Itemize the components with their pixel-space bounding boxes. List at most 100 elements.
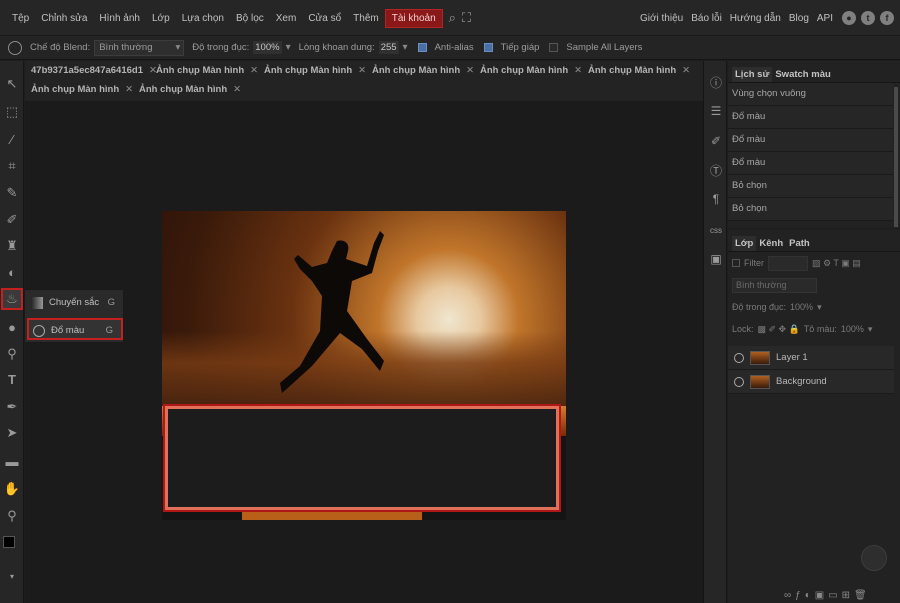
menu-select[interactable]: Lựa chọn <box>176 10 230 27</box>
tolerance-input[interactable]: 255 <box>378 41 399 54</box>
tab-document[interactable]: Ảnh chụp Màn hình ✕ <box>27 81 133 99</box>
blend-mode-select[interactable]: Bình thường <box>94 39 185 56</box>
close-icon[interactable]: ✕ <box>358 65 366 76</box>
layer-row[interactable]: Background <box>728 370 894 394</box>
crop-tool-icon[interactable]: ⌗ <box>3 157 21 175</box>
link-about[interactable]: Giới thiệu <box>636 10 687 27</box>
facebook-icon[interactable]: f <box>880 11 894 25</box>
hand-tool-icon[interactable]: ✋ <box>3 480 21 498</box>
eraser-tool-icon[interactable]: ◐ <box>3 264 21 282</box>
fullscreen-icon[interactable]: ⛶ <box>462 10 471 26</box>
opacity-dropdown-icon[interactable]: ▾ <box>286 42 291 53</box>
tab-document[interactable]: Ảnh chụp Màn hình ✕ <box>476 62 582 80</box>
properties-icon[interactable]: ☰ <box>708 103 724 119</box>
link-api[interactable]: API <box>813 10 837 27</box>
blur-tool-icon[interactable]: ● <box>3 319 21 337</box>
antialias-checkbox[interactable] <box>417 43 427 52</box>
adjustment-icon[interactable]: ◐ <box>805 590 811 601</box>
layer-row[interactable]: Layer 1 <box>728 346 894 370</box>
close-icon[interactable]: ✕ <box>466 65 474 76</box>
gradient-tool-option[interactable]: Chuyển sắc G <box>27 292 123 314</box>
zoom-tool-icon[interactable]: ⚲ <box>3 507 21 525</box>
marquee-tool-icon[interactable]: ⬚ <box>3 103 21 121</box>
history-row[interactable]: Đổ màu <box>728 129 893 152</box>
history-row[interactable]: Bỏ chọn <box>728 198 893 221</box>
twitter-icon[interactable]: t <box>861 11 875 25</box>
tab-document[interactable]: Ảnh chụp Màn hình ✕ <box>135 81 241 99</box>
contiguous-checkbox[interactable] <box>483 43 493 52</box>
menu-edit[interactable]: Chỉnh sửa <box>35 10 93 27</box>
link-report-bug[interactable]: Báo lỗi <box>687 10 726 27</box>
character-icon[interactable]: Ⓣ <box>708 163 724 179</box>
pen-tool-icon[interactable]: ✒ <box>3 398 21 416</box>
scroll-top-button[interactable] <box>861 545 887 571</box>
effects-icon[interactable]: ƒ <box>795 590 801 601</box>
close-icon[interactable]: ✕ <box>233 84 241 95</box>
css-icon[interactable]: css <box>708 223 724 239</box>
tab-document[interactable]: Ảnh chụp Màn hình ✕ <box>368 62 474 80</box>
layer-blend-select[interactable]: Bình thường <box>732 277 817 293</box>
menu-file[interactable]: Tệp <box>6 10 35 27</box>
tab-paths[interactable]: Path <box>786 236 813 251</box>
healing-tool-icon[interactable]: ✎ <box>3 184 21 202</box>
tab-document[interactable]: Ảnh chụp Màn hình ✕ <box>260 62 366 80</box>
tab-layers[interactable]: Lớp <box>732 236 757 251</box>
link-icon[interactable]: ∞ <box>784 590 791 601</box>
fill-value[interactable]: 100% <box>841 324 864 334</box>
search-icon[interactable]: ⌕ <box>449 10 456 26</box>
tab-document[interactable]: Ảnh chụp Màn hình ✕ <box>584 62 690 80</box>
menu-view[interactable]: Xem <box>270 10 303 27</box>
visibility-eye-icon[interactable] <box>734 376 744 387</box>
history-row[interactable]: Vùng chọn vuông <box>728 83 893 106</box>
menu-window[interactable]: Cửa sổ <box>302 10 347 27</box>
history-row[interactable]: Đổ màu <box>728 106 893 129</box>
text-tool-icon[interactable]: T <box>3 371 21 389</box>
opacity-dropdown-icon[interactable]: ▾ <box>817 302 822 313</box>
tab-history[interactable]: Lịch sử <box>732 67 773 82</box>
tab-channels[interactable]: Kênh <box>756 236 786 251</box>
fill-dropdown-icon[interactable]: ▾ <box>868 324 873 335</box>
image-icon[interactable]: ▣ <box>708 251 724 267</box>
visibility-eye-icon[interactable] <box>734 352 744 363</box>
sample-all-layers-checkbox[interactable] <box>549 43 559 52</box>
wand-tool-icon[interactable]: ⁄ <box>3 131 21 149</box>
menu-layer[interactable]: Lớp <box>146 10 176 27</box>
new-layer-icon[interactable]: ⊞ <box>842 590 850 601</box>
menu-more[interactable]: Thêm <box>347 10 385 27</box>
close-icon[interactable]: ✕ <box>574 65 582 76</box>
reddit-icon[interactable]: ● <box>842 11 856 25</box>
history-row[interactable]: Đổ màu <box>728 152 893 175</box>
history-row[interactable]: Bỏ chọn <box>728 175 893 198</box>
history-scrollbar[interactable] <box>894 87 898 227</box>
close-icon[interactable]: ✕ <box>250 65 258 76</box>
close-icon[interactable]: ✕ <box>682 65 690 76</box>
paragraph-icon[interactable]: ¶ <box>708 191 724 207</box>
dodge-tool-icon[interactable]: ⚲ <box>3 345 21 363</box>
canvas-area[interactable] <box>25 101 703 603</box>
move-tool-icon[interactable]: ↖ <box>3 75 21 93</box>
layer-opacity-value[interactable]: 100% <box>790 302 813 312</box>
paint-bucket-option[interactable]: Đổ màu G <box>27 318 123 340</box>
link-blog[interactable]: Blog <box>785 10 813 27</box>
path-select-tool-icon[interactable]: ➤ <box>3 424 21 442</box>
lock-icons[interactable]: ▩ ✐ ✥ 🔒 <box>758 324 800 335</box>
fill-tool-icon[interactable]: ♨ <box>1 288 23 310</box>
rectangle-tool-icon[interactable]: ▬ <box>3 453 21 471</box>
menu-account[interactable]: Tài khoản <box>384 8 443 28</box>
brush-tool-icon[interactable]: ✐ <box>3 211 21 229</box>
stamp-tool-icon[interactable]: ♜ <box>3 237 21 255</box>
filter-checkbox[interactable] <box>732 259 740 267</box>
tolerance-dropdown-icon[interactable]: ▾ <box>403 42 408 53</box>
tab-document[interactable]: 47b9371a5ec847a6416d1 ✕ <box>27 62 157 80</box>
folder-icon[interactable]: ▭ <box>828 590 837 601</box>
close-icon[interactable]: ✕ <box>125 84 133 95</box>
menu-image[interactable]: Hình ảnh <box>93 10 146 27</box>
swap-colors-icon[interactable]: ▾ <box>3 568 21 586</box>
brush-panel-icon[interactable]: ✐ <box>708 133 724 149</box>
tab-swatches[interactable]: Swatch màu <box>772 67 833 82</box>
opacity-input[interactable]: 100% <box>253 41 282 54</box>
filter-select[interactable] <box>768 255 808 271</box>
foreground-color-swatch[interactable] <box>3 536 15 548</box>
mask-icon[interactable]: ▣ <box>815 590 824 601</box>
info-icon[interactable]: ⓘ <box>708 75 724 91</box>
